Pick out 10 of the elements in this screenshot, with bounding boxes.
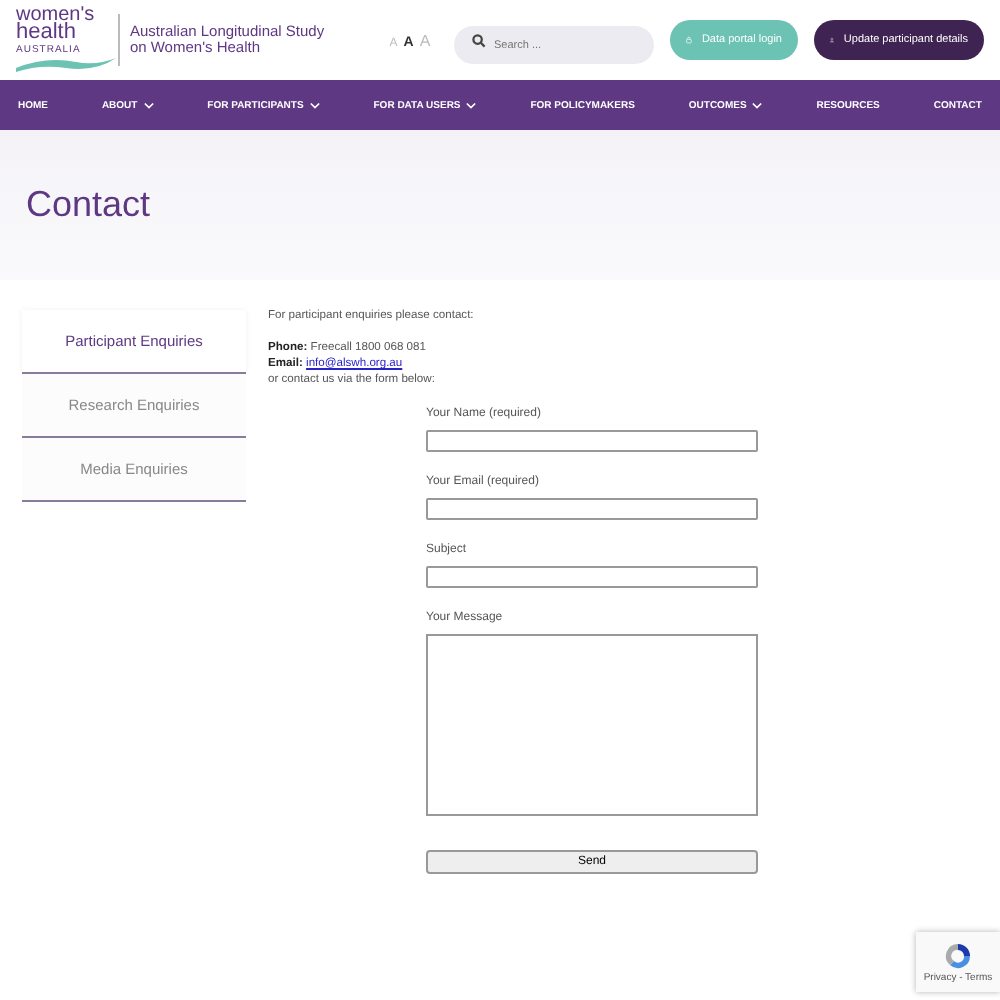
- chevron-icon: [143, 101, 154, 109]
- chevron-icon: [309, 101, 320, 109]
- input-field[interactable]: [426, 498, 758, 521]
- page-title: Contact: [26, 184, 151, 226]
- message-field[interactable]: [426, 634, 758, 817]
- chevron-icon: [752, 101, 763, 109]
- chevron-icon: [466, 101, 477, 109]
- input-field[interactable]: [426, 430, 758, 453]
- recaptcha-icon: [944, 941, 972, 969]
- input-field[interactable]: [426, 566, 758, 589]
